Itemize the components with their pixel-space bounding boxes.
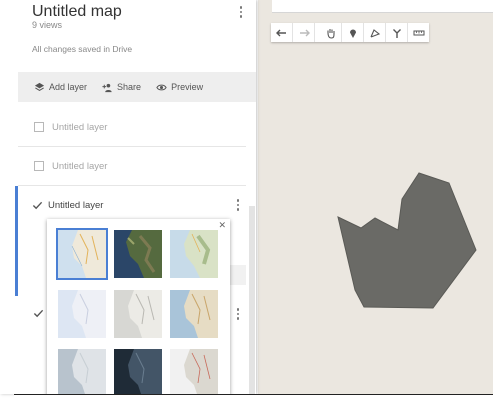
share-label: Share [117, 82, 142, 92]
measure-button[interactable] [408, 23, 429, 42]
undo-button[interactable] [271, 23, 293, 42]
base-map-thumbnail-mono-city[interactable] [114, 290, 162, 338]
checkmark-icon[interactable] [32, 200, 43, 211]
base-map-thumbnail-satellite[interactable] [114, 230, 162, 278]
layer-name[interactable]: Untitled layer [48, 200, 103, 211]
base-map-thumbnail-whitewater[interactable] [170, 349, 218, 397]
base-map-thumbnail-map[interactable] [56, 228, 108, 280]
layer-visibility-checkbox[interactable] [34, 161, 44, 171]
directions-icon [392, 28, 401, 38]
view-count: 9 views [32, 20, 63, 30]
checkmark-icon[interactable] [33, 308, 44, 319]
layer-name[interactable]: Untitled layer [52, 122, 107, 133]
layer-options-icon[interactable] [233, 306, 243, 322]
add-layer-label: Add layer [49, 82, 88, 92]
add-layer-button[interactable]: Add layer [34, 82, 87, 93]
base-map-thumbnail-simple-atlas[interactable] [170, 290, 218, 338]
window-bottom-edge [14, 394, 493, 405]
marker-icon [349, 29, 356, 38]
ruler-icon [413, 30, 424, 35]
layer-name[interactable]: Untitled layer [52, 161, 107, 172]
hand-icon [326, 28, 335, 39]
undo-icon [275, 29, 286, 36]
share-icon [102, 83, 112, 92]
app-window: Untitled map 9 views All changes saved i… [0, 0, 493, 405]
map-options-icon[interactable] [236, 4, 246, 20]
draw-line-icon [369, 28, 380, 38]
close-icon[interactable]: ✕ [218, 221, 226, 230]
base-map-thumbnail-terrain[interactable] [170, 230, 218, 278]
layer-visibility-checkbox[interactable] [34, 122, 44, 132]
panel-scrollbar[interactable] [249, 206, 255, 394]
redo-button[interactable] [293, 23, 315, 42]
map-polygon[interactable] [258, 0, 493, 394]
map-toolbar [271, 23, 429, 42]
panel-actions: Add layer Share Preview [18, 72, 256, 102]
save-status: All changes saved in Drive [32, 44, 133, 54]
layer-options-icon[interactable] [233, 197, 243, 213]
preview-icon [156, 84, 167, 90]
select-items-button[interactable] [320, 23, 342, 42]
add-marker-button[interactable] [342, 23, 364, 42]
active-layer-indicator [15, 224, 18, 296]
redo-icon [299, 29, 310, 36]
draw-line-button[interactable] [364, 23, 386, 42]
base-map-picker: ✕ [47, 219, 230, 404]
base-map-thumbnail-light-landmass[interactable] [58, 349, 106, 397]
map-title[interactable]: Untitled map [32, 3, 122, 21]
preview-button[interactable]: Preview [156, 82, 203, 93]
add-layer-icon [34, 82, 45, 91]
share-button[interactable]: Share [102, 82, 141, 93]
layer-row[interactable]: Untitled layer [18, 108, 246, 147]
base-map-thumbnail-dark-landmass[interactable] [114, 349, 162, 397]
preview-label: Preview [171, 82, 204, 92]
directions-button[interactable] [386, 23, 408, 42]
base-map-thumbnail-light-political[interactable] [58, 290, 106, 338]
layer-row[interactable]: Untitled layer [18, 147, 246, 186]
